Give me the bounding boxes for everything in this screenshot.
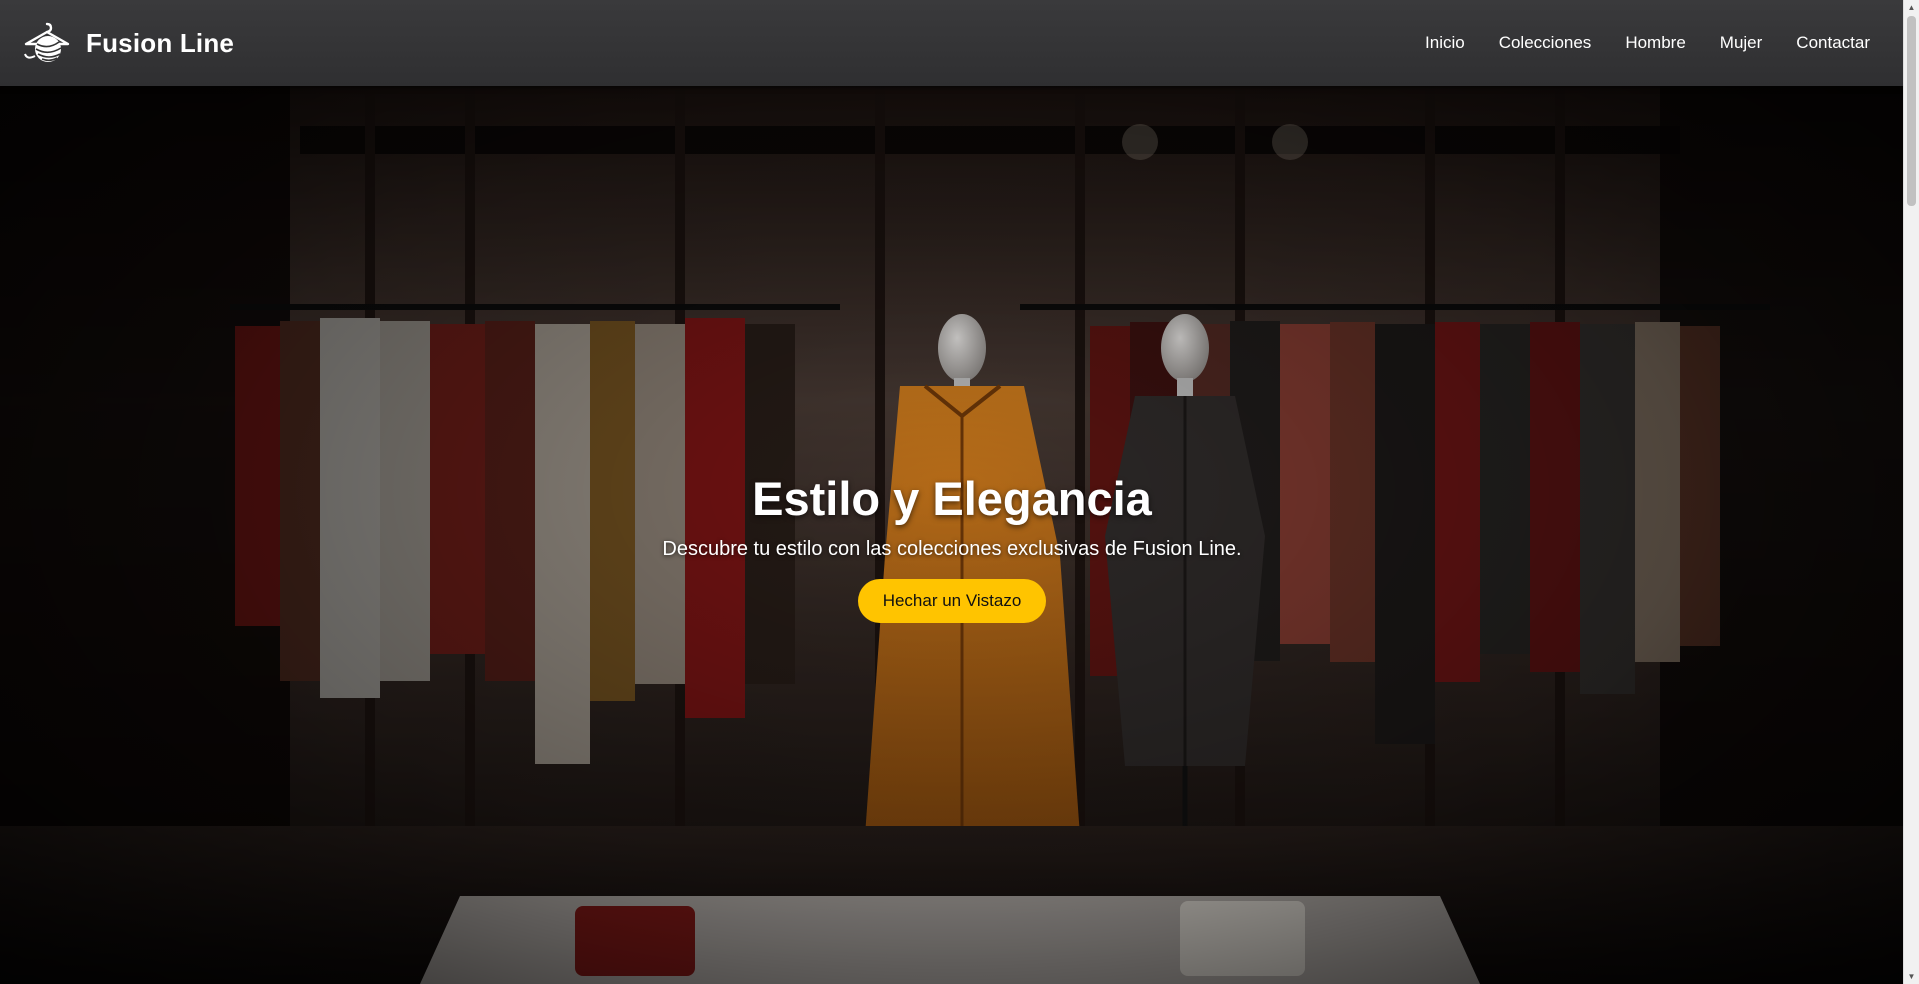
hanger-yarn-icon: [20, 18, 74, 68]
scrollbar-thumb[interactable]: [1907, 16, 1916, 206]
page: Fusion Line Inicio Colecciones Hombre Mu…: [0, 0, 1919, 984]
nav-item-contactar[interactable]: Contactar: [1796, 33, 1870, 53]
nav-item-inicio[interactable]: Inicio: [1425, 33, 1465, 53]
nav-item-hombre[interactable]: Hombre: [1625, 33, 1685, 53]
hero-title: Estilo y Elegancia: [752, 472, 1152, 525]
page-scrollbar[interactable]: ▲ ▼: [1903, 0, 1919, 984]
nav-item-mujer[interactable]: Mujer: [1720, 33, 1763, 53]
nav-item-colecciones[interactable]: Colecciones: [1499, 33, 1592, 53]
hero-section: Estilo y Elegancia Descubre tu estilo co…: [0, 86, 1904, 984]
main-nav: Inicio Colecciones Hombre Mujer Contacta…: [1391, 0, 1870, 86]
scroll-down-arrow-icon[interactable]: ▼: [1904, 969, 1919, 984]
brand-name: Fusion Line: [86, 27, 235, 58]
hero-content: Estilo y Elegancia Descubre tu estilo co…: [0, 472, 1904, 624]
scroll-up-arrow-icon[interactable]: ▲: [1904, 0, 1919, 15]
site-header: Fusion Line Inicio Colecciones Hombre Mu…: [0, 0, 1904, 86]
hero-subtitle: Descubre tu estilo con las colecciones e…: [662, 538, 1242, 561]
brand-link[interactable]: Fusion Line: [20, 18, 234, 68]
browse-button[interactable]: Hechar un Vistazo: [857, 579, 1047, 624]
